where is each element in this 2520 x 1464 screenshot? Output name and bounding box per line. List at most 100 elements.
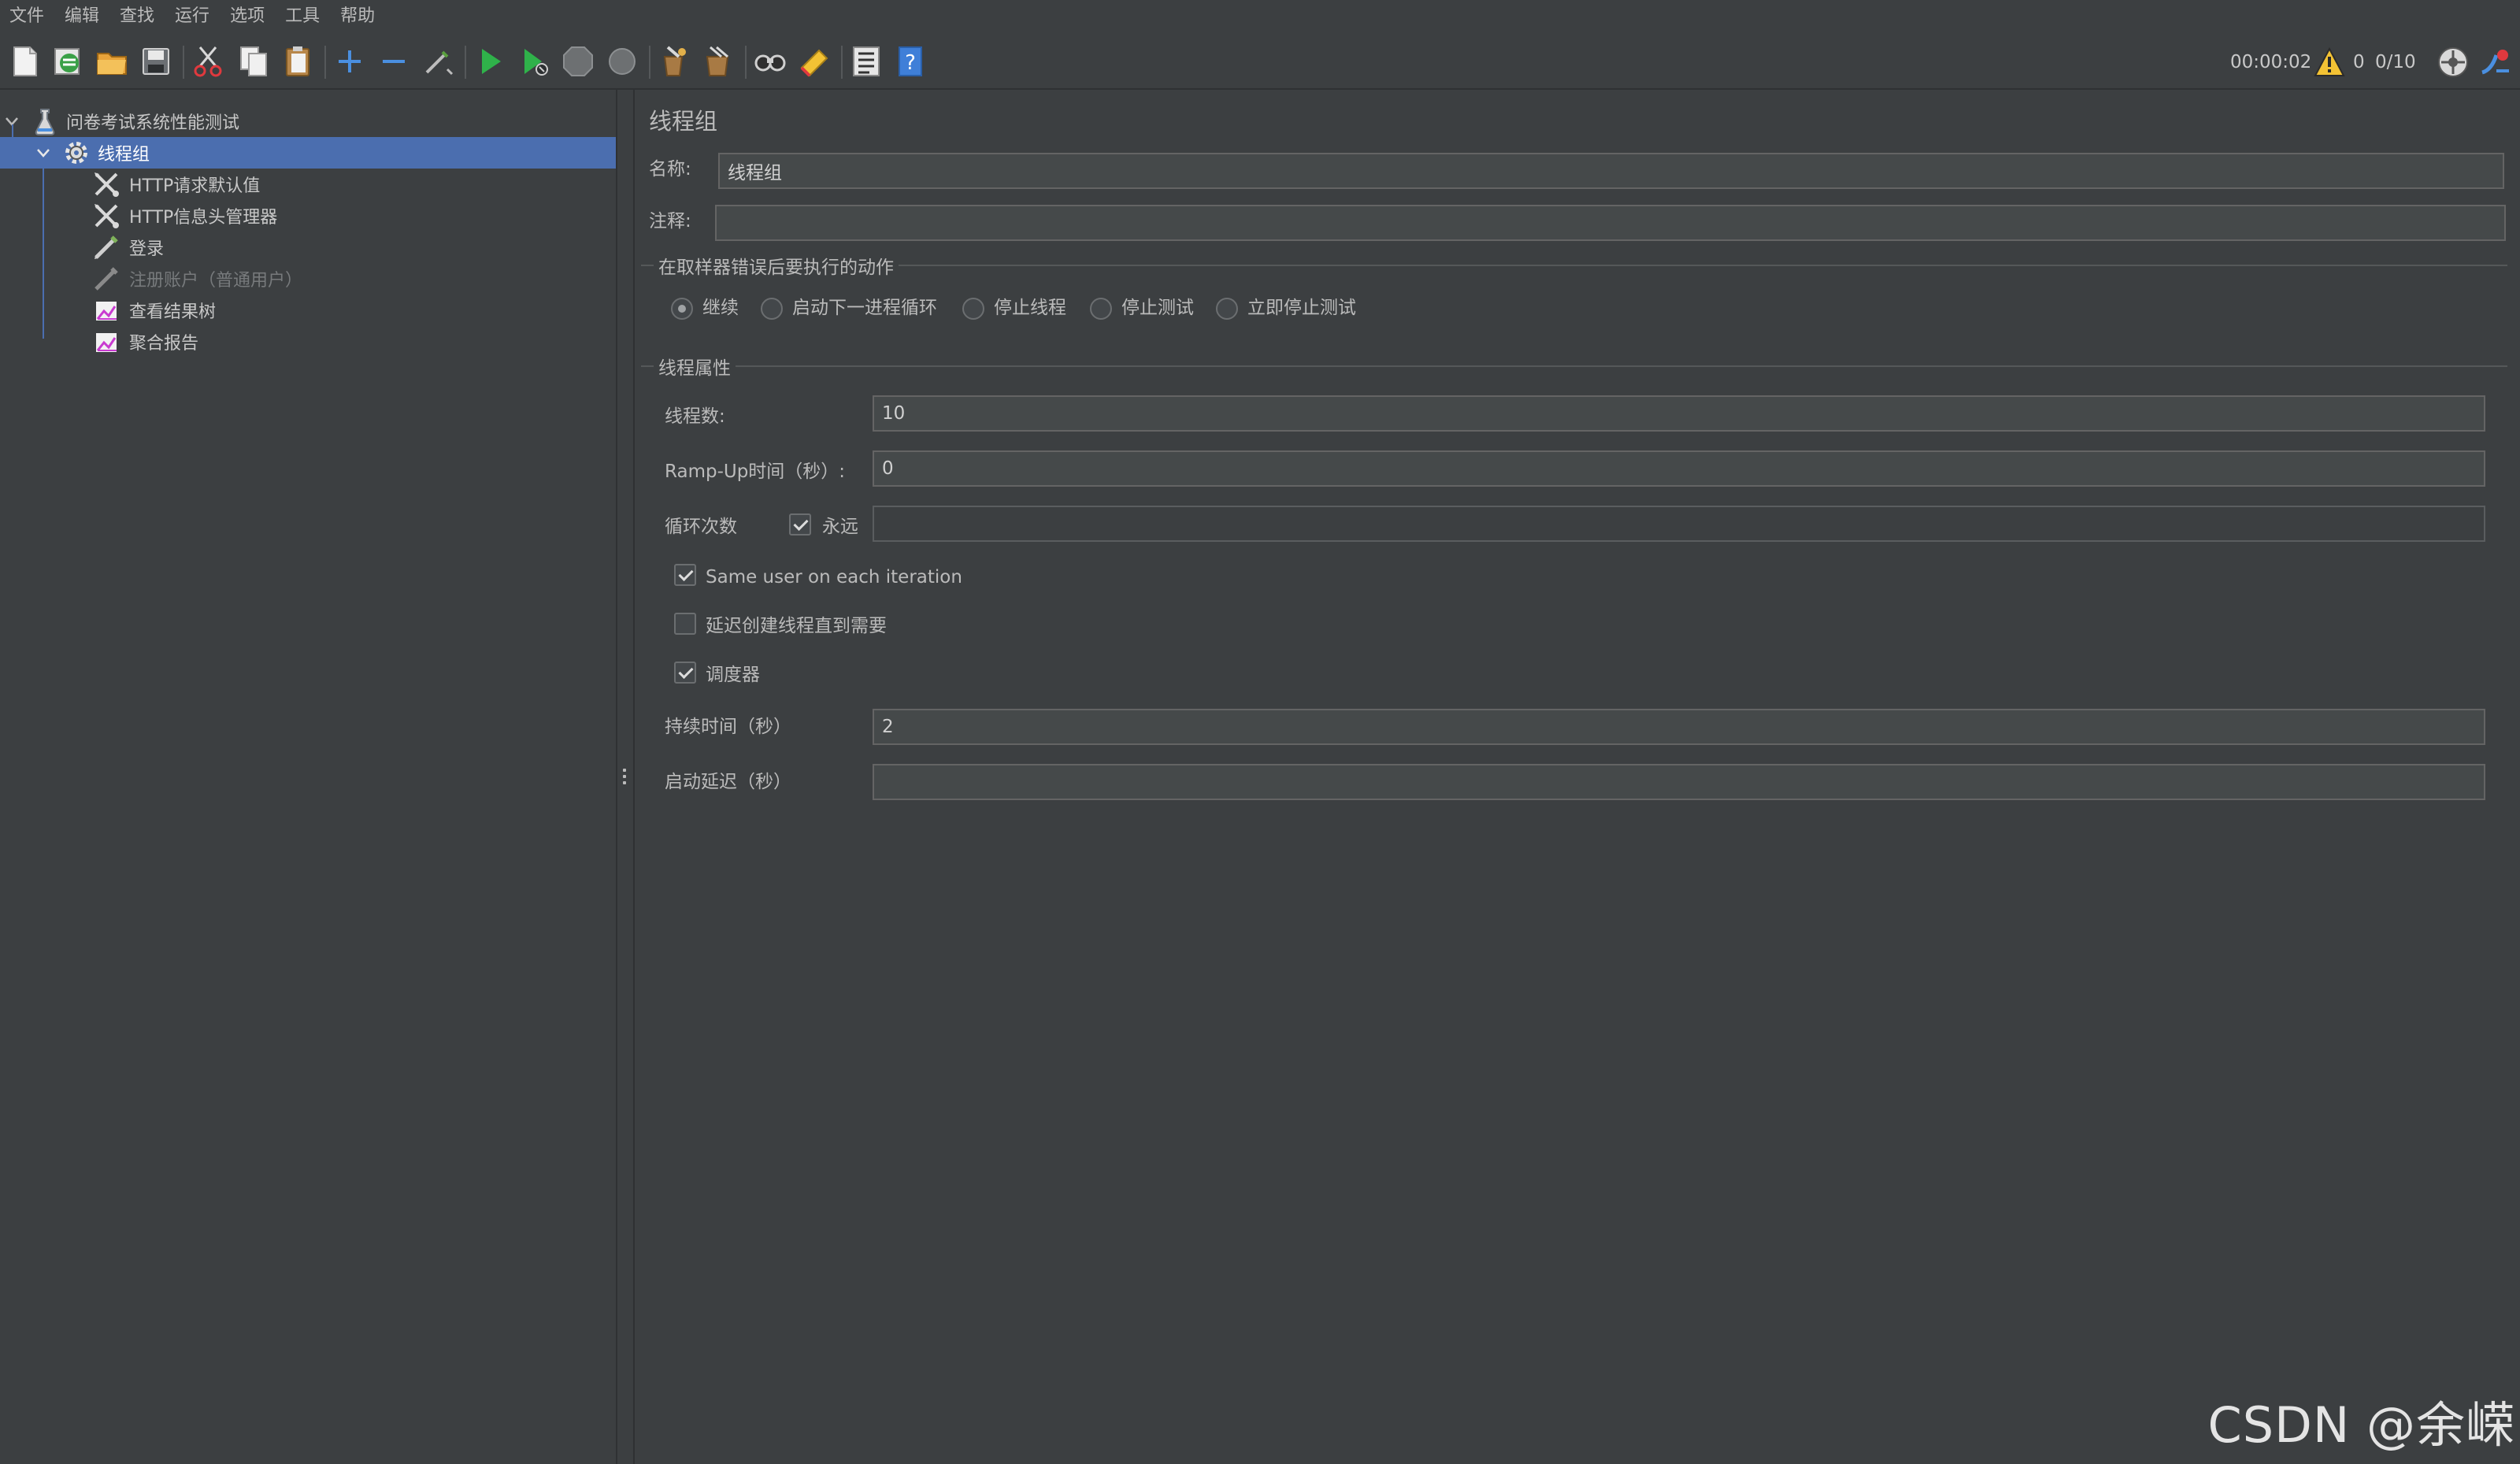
- splitter-grip-dot: [623, 781, 626, 784]
- listener-icon: [96, 333, 117, 352]
- start-no-pause-icon: [524, 49, 548, 76]
- test-plan-tree: 问卷考试系统性能测试 线程组 HTTP请求默认值 HTTP信息头管理器 登录 注…: [0, 90, 616, 1464]
- remote-engines-icon[interactable]: [2477, 46, 2512, 79]
- comment-input[interactable]: [715, 205, 2506, 241]
- rampup-input[interactable]: [873, 450, 2485, 487]
- paste-button[interactable]: [277, 41, 318, 82]
- menu-file[interactable]: 文件: [0, 0, 57, 33]
- save-icon: [143, 48, 169, 75]
- thread-properties-section-title: 线程属性: [654, 353, 736, 380]
- tree-node-thread-group[interactable]: 线程组: [0, 137, 616, 169]
- tree-node-aggregate-report[interactable]: 聚合报告: [0, 326, 616, 358]
- templates-icon: [54, 48, 80, 75]
- tree-node-test-plan[interactable]: 问卷考试系统性能测试: [0, 106, 616, 137]
- shutdown-button[interactable]: [602, 41, 643, 82]
- function-helper-button[interactable]: [846, 41, 887, 82]
- duration-input[interactable]: [873, 709, 2485, 745]
- radio-continue-label: 继续: [702, 298, 739, 318]
- duration-label: 持续时间（秒）: [665, 717, 791, 737]
- log-viewer-icon[interactable]: [2437, 46, 2470, 79]
- copy-button[interactable]: [233, 41, 274, 82]
- help-button[interactable]: ?: [890, 41, 931, 82]
- search-button[interactable]: [750, 41, 791, 82]
- search-icon: [754, 54, 786, 72]
- cut-icon: [194, 46, 222, 77]
- name-input[interactable]: [718, 153, 2504, 189]
- test-plan-icon: [35, 109, 55, 135]
- stop-button[interactable]: [558, 41, 598, 82]
- panel-splitter[interactable]: [616, 90, 635, 1464]
- reset-search-icon: [800, 49, 828, 77]
- reset-search-button[interactable]: [794, 41, 835, 82]
- tree-node-login-sampler[interactable]: 登录: [0, 232, 616, 263]
- startup-delay-input[interactable]: [873, 764, 2485, 800]
- clear-all-button[interactable]: [698, 41, 739, 82]
- radio-continue[interactable]: [671, 298, 693, 320]
- active-threads: 0/10: [2375, 52, 2416, 72]
- chevron-down-icon[interactable]: [35, 144, 52, 161]
- tree-node-results-tree[interactable]: 查看结果树: [0, 295, 616, 326]
- new-button[interactable]: [5, 41, 46, 82]
- tree-node-header-manager[interactable]: HTTP信息头管理器: [0, 200, 616, 232]
- section-divider: [641, 265, 2507, 266]
- open-button[interactable]: [91, 41, 132, 82]
- radio-start-next-loop[interactable]: [761, 298, 783, 320]
- radio-stop-test[interactable]: [1090, 298, 1112, 320]
- tree-label-header-manager: HTTP信息头管理器: [129, 208, 278, 228]
- clear-button[interactable]: [654, 41, 695, 82]
- clear-all-icon: [706, 46, 729, 76]
- radio-start-next-loop-label: 启动下一进程循环: [792, 298, 937, 318]
- same-user-label: Same user on each iteration: [706, 567, 962, 587]
- start-button[interactable]: [469, 41, 510, 82]
- same-user-checkbox[interactable]: [674, 564, 696, 586]
- toggle-icon: [425, 50, 454, 76]
- radio-stop-test-now-label: 立即停止测试: [1247, 298, 1356, 318]
- tree-node-register-sampler[interactable]: 注册账户（普通用户）: [0, 263, 616, 295]
- tree-label-login: 登录: [129, 239, 165, 259]
- cut-button[interactable]: [187, 41, 228, 82]
- templates-button[interactable]: [47, 41, 88, 82]
- delay-thread-creation-checkbox[interactable]: [674, 613, 696, 635]
- tree-label-thread-group: 线程组: [98, 145, 150, 165]
- tree-label-results-tree: 查看结果树: [129, 302, 217, 322]
- toolbar: ? 00:00:02 0 0/10: [0, 36, 2520, 90]
- status-area: 00:00:02 0 0/10: [2189, 36, 2520, 88]
- start-no-pause-button[interactable]: [513, 41, 554, 82]
- start-icon: [482, 49, 501, 74]
- menu-tools[interactable]: 工具: [277, 0, 332, 33]
- radio-stop-test-label: 停止测试: [1121, 298, 1194, 318]
- clear-icon: [663, 46, 686, 76]
- tree-label-http-defaults: HTTP请求默认值: [129, 176, 261, 196]
- thread-group-editor: 线程组 名称: 注释: 在取样器错误后要执行的动作 继续 启动下一进程循环 停止…: [633, 90, 2520, 1464]
- menu-edit[interactable]: 编辑: [57, 0, 112, 33]
- thread-count-input[interactable]: [873, 395, 2485, 432]
- http-sampler-icon: [94, 267, 118, 291]
- rampup-label: Ramp-Up时间（秒）:: [665, 461, 846, 482]
- thread-count-label: 线程数:: [665, 406, 725, 427]
- menu-bar: 文件 编辑 查找 运行 选项 工具 帮助: [0, 0, 2520, 33]
- warning-icon[interactable]: [2314, 47, 2345, 77]
- splitter-grip-dot: [623, 775, 626, 778]
- watermark: CSDN @余嵘: [2207, 1396, 2515, 1454]
- menu-search[interactable]: 查找: [112, 0, 167, 33]
- collapse-all-button[interactable]: [373, 41, 414, 82]
- tree-label-register: 注册账户（普通用户）: [129, 271, 303, 291]
- radio-stop-thread-label: 停止线程: [994, 298, 1066, 318]
- tree-label-test-plan: 问卷考试系统性能测试: [66, 113, 240, 133]
- menu-options[interactable]: 选项: [222, 0, 277, 33]
- toggle-button[interactable]: [417, 41, 458, 82]
- section-divider: [641, 365, 2507, 367]
- warning-count: 0: [2353, 52, 2365, 72]
- menu-help[interactable]: 帮助: [332, 0, 387, 33]
- loop-count-input[interactable]: [873, 506, 2485, 542]
- menu-run[interactable]: 运行: [167, 0, 222, 33]
- help-icon: ?: [899, 46, 922, 76]
- scheduler-checkbox[interactable]: [674, 662, 696, 684]
- radio-stop-thread[interactable]: [962, 298, 984, 320]
- expand-all-button[interactable]: [329, 41, 370, 82]
- loop-forever-checkbox[interactable]: [789, 513, 811, 536]
- save-button[interactable]: [135, 41, 176, 82]
- radio-stop-test-now[interactable]: [1216, 298, 1238, 320]
- delay-thread-creation-label: 延迟创建线程直到需要: [706, 616, 887, 636]
- tree-node-http-defaults[interactable]: HTTP请求默认值: [0, 169, 616, 200]
